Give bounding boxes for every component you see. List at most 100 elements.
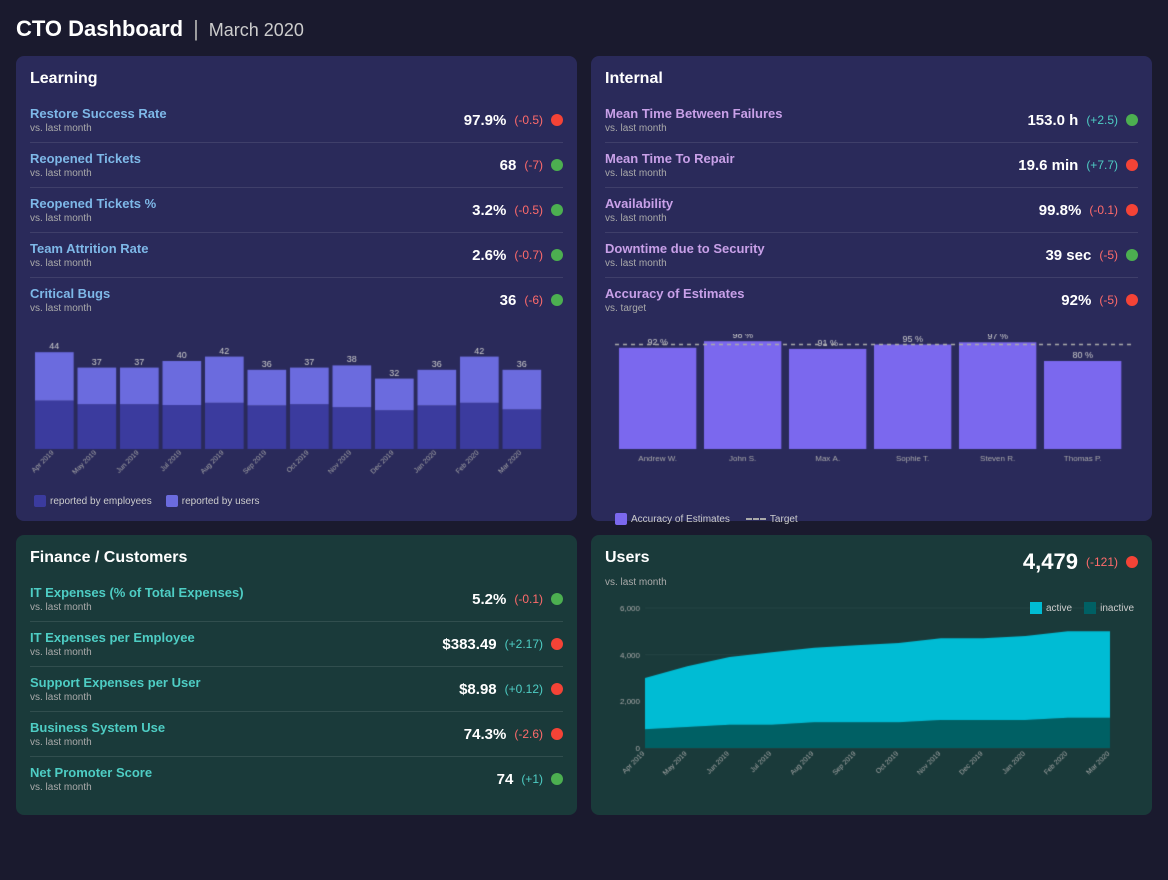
- metric-value: 74: [497, 771, 514, 788]
- metric-name: IT Expenses (% of Total Expenses): [30, 585, 244, 600]
- metric-row: Mean Time To Repairvs. last month19.6 mi…: [605, 143, 1138, 188]
- metric-sub: vs. last month: [30, 213, 156, 224]
- metric-sub: vs. last month: [605, 258, 765, 269]
- metric-delta: (+7.7): [1086, 158, 1118, 172]
- acc-legend-target: Target: [746, 513, 798, 525]
- metric-label: Critical Bugsvs. last month: [30, 286, 110, 314]
- acc-legend-bar-label: Accuracy of Estimates: [631, 514, 730, 525]
- users-sub: vs. last month: [605, 577, 667, 588]
- metric-row: Net Promoter Scorevs. last month74(+1): [30, 757, 563, 801]
- learning-metrics: Restore Success Rate vs. last month 97.9% (…: [30, 98, 563, 322]
- dashboard-grid: Learning Restore Success Rate vs. last mo…: [16, 56, 1152, 815]
- metric-value: 153.0 h: [1027, 112, 1078, 129]
- metric-value-wrap: $8.98 (+0.12): [459, 681, 563, 698]
- finance-panel: Finance / Customers IT Expenses (% of To…: [16, 535, 577, 815]
- metric-name: IT Expenses per Employee: [30, 630, 195, 645]
- metric-name: Restore Success Rate: [30, 106, 167, 121]
- metric-value-wrap: 2.6% (-0.7): [472, 247, 563, 264]
- learning-panel: Learning Restore Success Rate vs. last mo…: [16, 56, 577, 521]
- header-date: March 2020: [209, 20, 304, 41]
- accuracy-chart-area: Accuracy of Estimates Target: [605, 334, 1138, 494]
- users-legend-active: active: [1030, 602, 1072, 614]
- metric-value: 99.8%: [1039, 202, 1082, 219]
- users-status-dot: [1126, 556, 1138, 568]
- dashboard-header: CTO Dashboard | March 2020: [16, 16, 1152, 42]
- metric-delta: (-0.7): [514, 248, 543, 262]
- status-dot: [551, 638, 563, 650]
- status-dot: [551, 294, 563, 306]
- status-dot: [1126, 294, 1138, 306]
- metric-label: Support Expenses per Uservs. last month: [30, 675, 201, 703]
- metric-delta: (-5): [1099, 248, 1118, 262]
- metric-value: 2.6%: [472, 247, 506, 264]
- status-dot: [551, 593, 563, 605]
- metric-value: 36: [500, 292, 517, 309]
- metric-label: IT Expenses per Employeevs. last month: [30, 630, 195, 658]
- metric-row: Availabilityvs. last month99.8%(-0.1): [605, 188, 1138, 233]
- status-dot: [551, 773, 563, 785]
- legend-users-label: reported by users: [182, 496, 260, 507]
- critical-bugs-chart: reported by employees reported by users: [30, 334, 563, 507]
- dashboard-title: CTO Dashboard: [16, 16, 183, 42]
- users-inactive-box: [1084, 602, 1096, 614]
- metric-sub: vs. last month: [605, 123, 783, 134]
- metric-value: 74.3%: [464, 726, 507, 743]
- metric-name: Reopened Tickets %: [30, 196, 156, 211]
- users-header: Users vs. last month 4,479 (-121): [605, 549, 1138, 588]
- metric-value: $383.49: [442, 636, 496, 653]
- legend-dark-box: [34, 495, 46, 507]
- metric-value: $8.98: [459, 681, 497, 698]
- metric-sub: vs. last month: [30, 258, 148, 269]
- metric-row: Critical Bugsvs. last month 36(-6): [30, 278, 563, 322]
- metric-value-wrap: 92%(-5): [1061, 292, 1138, 309]
- learning-title: Learning: [30, 70, 563, 88]
- status-dot: [1126, 159, 1138, 171]
- metric-value: 68: [500, 157, 517, 174]
- legend-light-box: [166, 495, 178, 507]
- metric-value: 5.2%: [472, 591, 506, 608]
- metric-delta: (+2.17): [505, 637, 543, 651]
- metric-name: Support Expenses per User: [30, 675, 201, 690]
- legend-employees-label: reported by employees: [50, 496, 152, 507]
- metric-value-wrap: 3.2%(-0.5): [472, 202, 563, 219]
- status-dot: [551, 249, 563, 261]
- metric-value-wrap: 36(-6): [500, 292, 563, 309]
- metric-sub: vs. last month: [30, 168, 141, 179]
- internal-panel: Internal Mean Time Between Failuresvs. l…: [591, 56, 1152, 521]
- legend-users: reported by users: [166, 495, 260, 507]
- metric-row: IT Expenses (% of Total Expenses)vs. las…: [30, 577, 563, 622]
- users-panel: Users vs. last month 4,479 (-121) active…: [591, 535, 1152, 815]
- metric-sub: vs. last month: [605, 168, 735, 179]
- metric-label: Business System Usevs. last month: [30, 720, 165, 748]
- metric-label: Downtime due to Security vs. last month: [605, 241, 765, 269]
- metric-delta: (-2.6): [514, 727, 543, 741]
- metric-delta: (+0.12): [505, 682, 543, 696]
- metric-label: Net Promoter Scorevs. last month: [30, 765, 152, 793]
- acc-legend-bar: Accuracy of Estimates: [615, 513, 730, 525]
- metric-value: 39 sec: [1045, 247, 1091, 264]
- status-dot: [551, 683, 563, 695]
- metric-sub: vs. last month: [605, 213, 673, 224]
- metric-row: Team Attrition Ratevs. last month2.6%(-0…: [30, 233, 563, 278]
- metric-value: 97.9%: [464, 112, 507, 129]
- metric-value-wrap: 68 (-7): [500, 157, 563, 174]
- metric-label: Mean Time Between Failuresvs. last month: [605, 106, 783, 134]
- users-value-block: 4,479 (-121): [1023, 549, 1138, 575]
- metric-sub: vs. last month: [30, 303, 110, 314]
- finance-metrics: IT Expenses (% of Total Expenses)vs. las…: [30, 577, 563, 801]
- status-dot: [551, 204, 563, 216]
- internal-title: Internal: [605, 70, 1138, 88]
- metric-name: Availability: [605, 196, 673, 211]
- metric-delta: (-0.5): [514, 203, 543, 217]
- metric-delta: (-7): [524, 158, 543, 172]
- metric-delta: (-5): [1099, 293, 1118, 307]
- status-dot: [551, 114, 563, 126]
- metric-name: Downtime due to Security: [605, 241, 765, 256]
- users-legend: active inactive: [1030, 602, 1134, 614]
- users-chart-wrap: active inactive: [605, 598, 1138, 783]
- metric-name: Net Promoter Score: [30, 765, 152, 780]
- metric-value-wrap: 97.9% (-0.5): [464, 112, 563, 129]
- metric-delta: (-0.5): [514, 113, 543, 127]
- metric-value-wrap: 5.2%(-0.1): [472, 591, 563, 608]
- metric-sub: vs. last month: [30, 123, 167, 134]
